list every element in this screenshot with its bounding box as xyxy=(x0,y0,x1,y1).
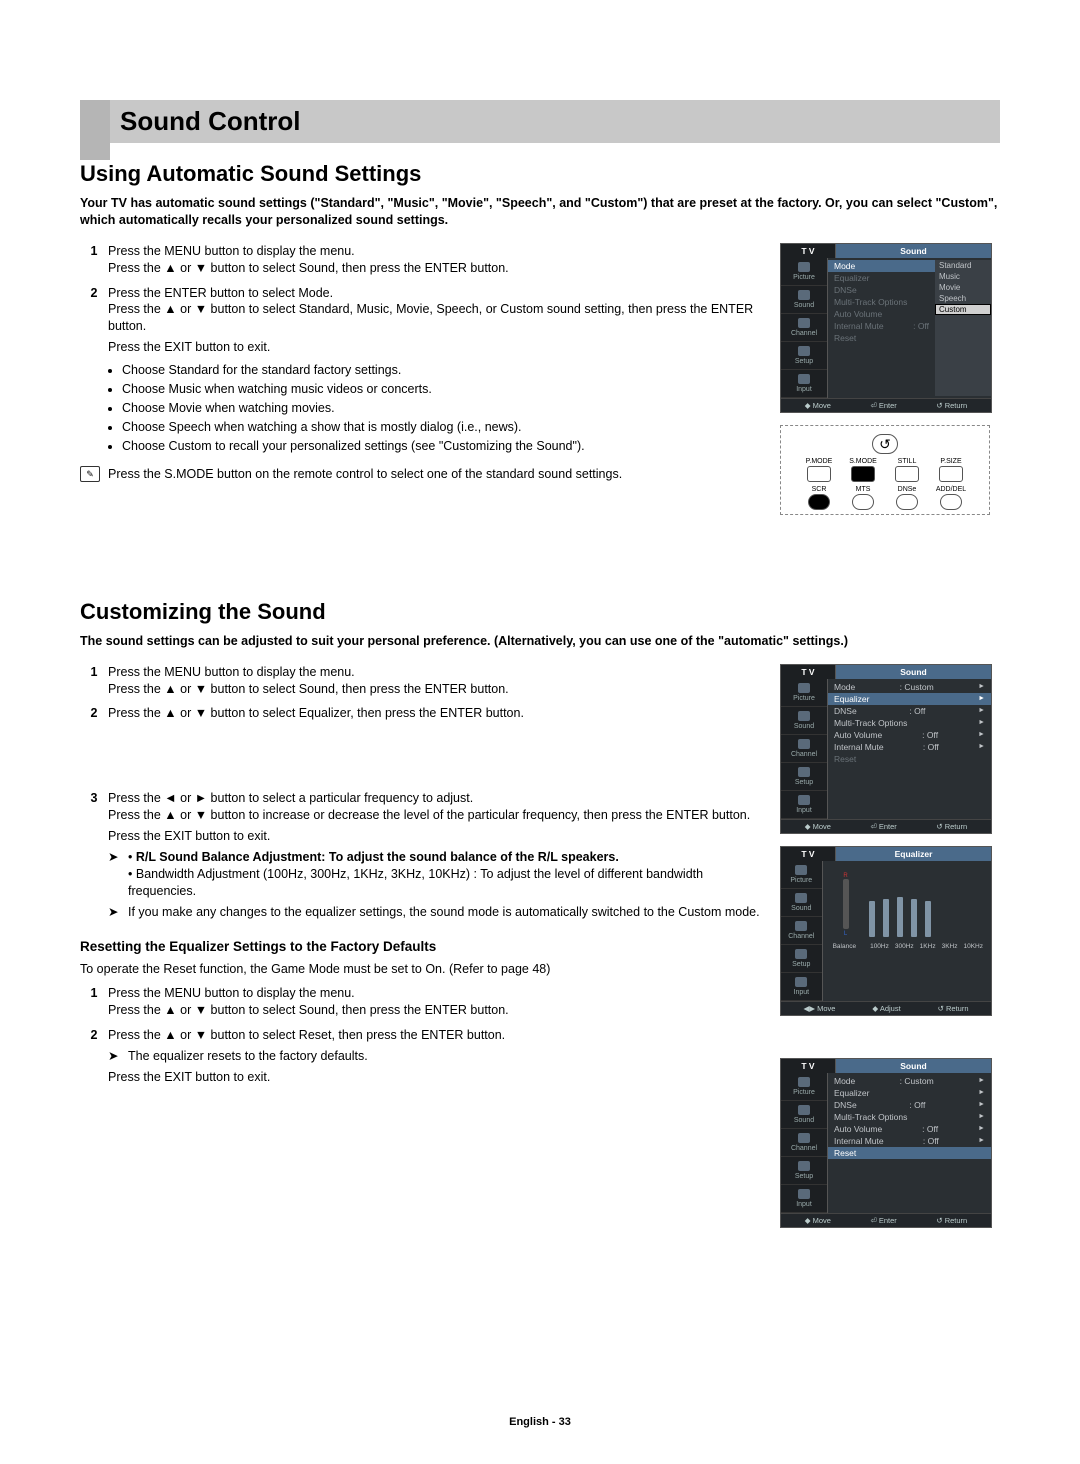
osd-sound-equalizer-row: T V Sound Picture Sound Channel Setup In… xyxy=(780,664,992,834)
arrow-icon: ➤ xyxy=(108,904,128,921)
osd-sound-reset-row: T V Sound Picture Sound Channel Setup In… xyxy=(780,1058,992,1228)
step-number: 1 xyxy=(80,243,108,277)
step-body: Press the MENU button to display the men… xyxy=(108,243,762,277)
step-body: Press the ENTER button to select Mode. P… xyxy=(108,285,762,457)
section2-intro: The sound settings can be adjusted to su… xyxy=(80,633,1000,650)
page-title: Sound Control xyxy=(80,100,1000,143)
osd-header: Sound xyxy=(836,244,991,258)
section1-steps-col: 1 Press the MENU button to display the m… xyxy=(80,243,762,515)
remote-note: ✎ Press the S.MODE button on the remote … xyxy=(80,466,762,483)
equalizer-bars: R L xyxy=(823,861,991,943)
return-icon: ↺ xyxy=(872,434,898,454)
mode-description-list: Choose Standard for the standard factory… xyxy=(108,362,762,454)
step-number: 2 xyxy=(80,285,108,457)
reset-subheading: Resetting the Equalizer Settings to the … xyxy=(80,938,762,956)
manual-page: Sound Control Using Automatic Sound Sett… xyxy=(0,0,1080,1464)
reset-intro: To operate the Reset function, the Game … xyxy=(80,961,762,978)
page-number: English - 33 xyxy=(0,1416,1080,1428)
section2-heading: Customizing the Sound xyxy=(80,599,1000,625)
remote-buttons-figure: ↺ P.MODE S.MODE STILL P.SIZE SCR MTS DNS… xyxy=(780,425,990,515)
osd-sidebar: Picture Sound Channel Setup Input xyxy=(781,258,828,398)
osd-tv-label: T V xyxy=(781,244,836,258)
osd-footer: ◆ Move ⏎ Enter ↺ Return xyxy=(781,398,991,412)
section1-heading: Using Automatic Sound Settings xyxy=(80,161,1000,187)
section2-steps-col: 1 Press the MENU button to display the m… xyxy=(80,664,762,1240)
section1-figures: T V Sound Picture Sound Channel Setup In… xyxy=(780,243,1000,515)
osd-equalizer: T V Equalizer Picture Sound Channel Setu… xyxy=(780,846,992,1016)
sidebar-accent xyxy=(80,100,110,160)
note-icon: ✎ xyxy=(80,466,100,482)
section2-figures: T V Sound Picture Sound Channel Setup In… xyxy=(780,664,1000,1240)
section1-intro: Your TV has automatic sound settings ("S… xyxy=(80,195,1000,229)
arrow-icon: ➤ xyxy=(108,849,128,900)
arrow-icon: ➤ xyxy=(108,1048,128,1065)
osd-mode-options: Standard Music Movie Speech Custom xyxy=(935,260,991,396)
osd-main: Mode Equalizer DNSe Multi-Track Options … xyxy=(828,258,991,398)
osd-sound-mode: T V Sound Picture Sound Channel Setup In… xyxy=(780,243,992,413)
